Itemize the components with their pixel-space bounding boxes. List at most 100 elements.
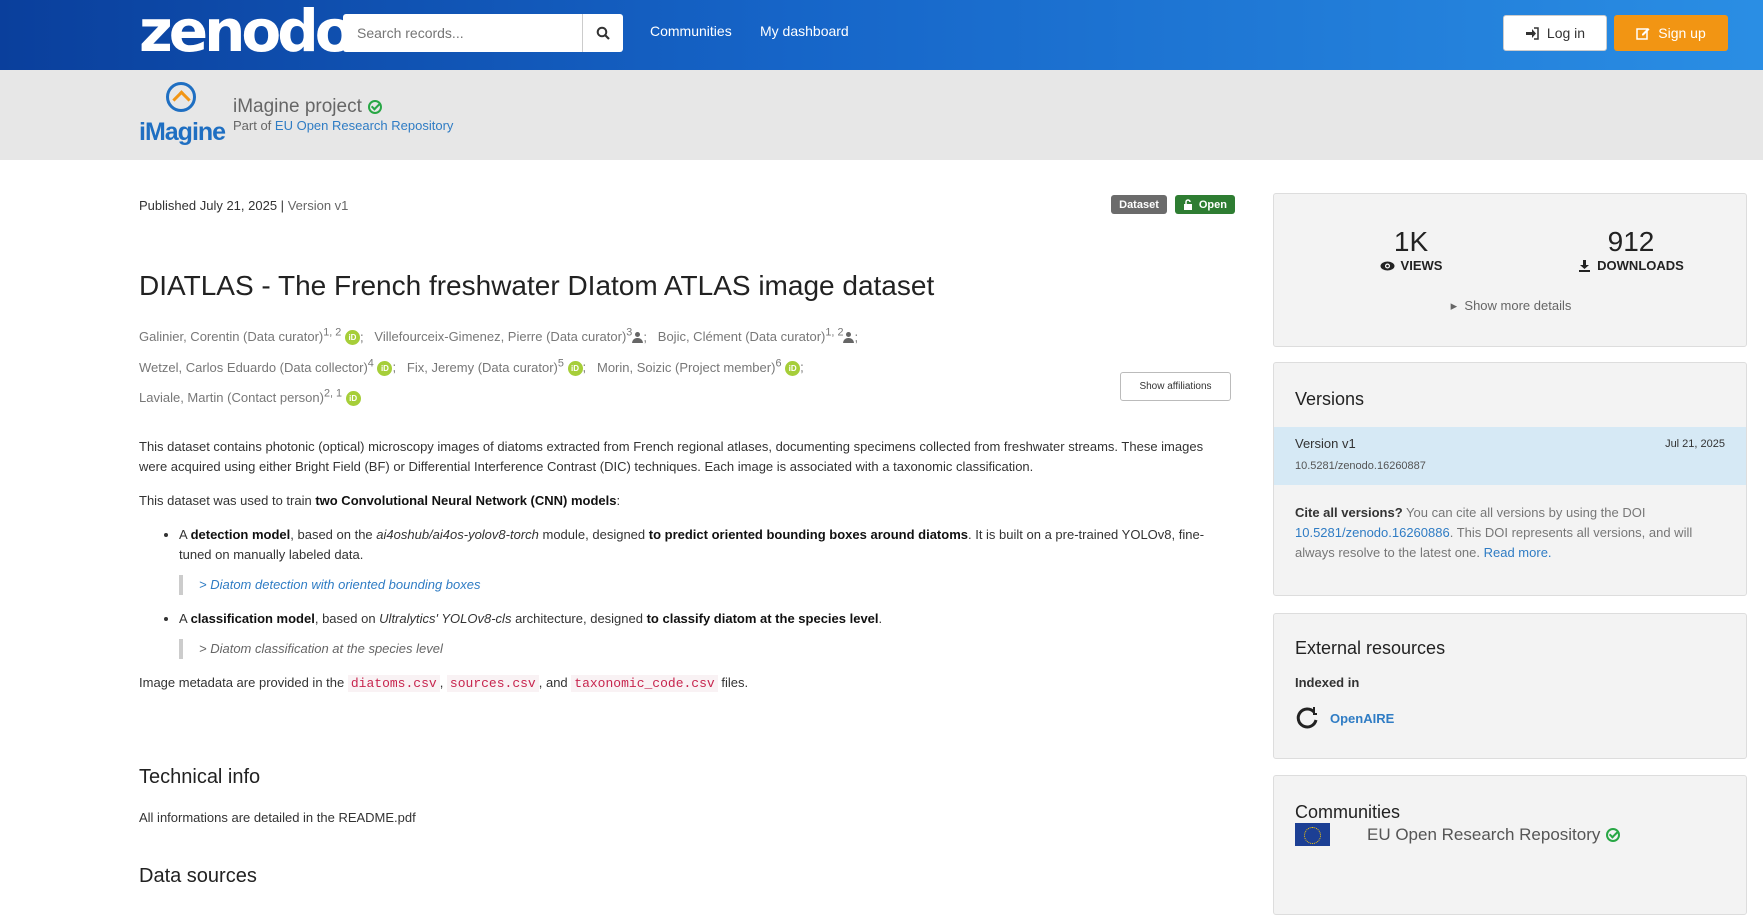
read-more-link[interactable]: Read more. (1484, 545, 1552, 560)
creator-affiliation-ref: 6 (775, 357, 782, 370)
description-paragraph: This dataset contains photonic (optical)… (139, 439, 1204, 474)
models-list: A detection model, based on the ai4oshub… (179, 525, 1231, 659)
list-item: A detection model, based on the ai4oshub… (179, 525, 1231, 595)
community-title[interactable]: iMagine project (233, 96, 382, 118)
sign-in-icon (1525, 26, 1539, 40)
detection-model-link[interactable]: > Diatom detection with oriented boundin… (199, 577, 481, 592)
publication-info: Published July 21, 2025 | Version v1 (139, 198, 348, 213)
version-label: Version v1 (287, 198, 349, 213)
openaire-icon (1296, 707, 1318, 729)
cite-all-versions: Cite all versions? You can cite all vers… (1295, 505, 1693, 560)
creator[interactable]: Laviale, Martin (Contact person)2, 1 iD (139, 387, 361, 407)
record-badges: Dataset Open (1111, 195, 1235, 214)
communities-card: Communities EU Open Research Repository (1273, 775, 1747, 915)
top-navbar: zenodo Communities My dashboard Log in S… (0, 0, 1763, 70)
external-resources-heading: External resources (1295, 638, 1446, 658)
login-label: Log in (1546, 25, 1586, 41)
imagine-logo[interactable]: iMagine (139, 82, 226, 150)
search-icon (596, 26, 610, 40)
version-date: Jul 21, 2025 (1665, 438, 1725, 450)
version-doi: 10.5281/zenodo.16260887 (1295, 460, 1426, 472)
parent-community-link[interactable]: EU Open Research Repository (275, 118, 453, 133)
open-access-label: Open (1198, 198, 1227, 211)
dataset-badge: Dataset (1111, 195, 1167, 214)
classification-model-note: > Diatom classification at the species l… (199, 641, 443, 656)
show-affiliations-button[interactable]: Show affiliations (1120, 372, 1231, 401)
download-icon (1579, 260, 1591, 272)
orcid-icon[interactable]: iD (785, 360, 801, 376)
version-name: Version v1 (1295, 436, 1356, 451)
downloads-count: 912 (1607, 226, 1655, 257)
community-header: iMagine iMagine project Part of EU Open … (0, 70, 1763, 160)
creator-name: Villefourceix-Gimenez, Pierre (Data cura… (374, 329, 627, 345)
version-row[interactable]: Version v1 Jul 21, 2025 10.5281/zenodo.1… (1274, 427, 1746, 485)
separator: | (280, 198, 285, 213)
creator-name: Laviale, Martin (Contact person) (139, 389, 324, 405)
orcid-icon[interactable]: iD (567, 360, 583, 376)
data-sources-heading: Data sources (139, 865, 257, 887)
stats-card: 1K VIEWS 912 DOWNLOADS ▸ Show more detai… (1273, 193, 1747, 347)
imagine-logo-icon (166, 82, 196, 112)
published-date: Published July 21, 2025 (139, 198, 278, 213)
creator-affiliation-ref: 2, 1 (323, 387, 343, 400)
creator[interactable]: Bojic, Clément (Data curator)1, 2 (657, 327, 855, 345)
blockquote: > Diatom detection with oriented boundin… (179, 575, 1231, 595)
downloads-stat: 912 DOWNLOADS (1531, 226, 1731, 273)
versions-card: Versions Version v1 Jul 21, 2025 10.5281… (1273, 362, 1747, 596)
record-description: This dataset contains photonic (optical)… (139, 437, 1231, 708)
file-code: diatoms.csv (347, 675, 440, 692)
record-title: DIATLAS - The French freshwater DIatom A… (139, 270, 935, 301)
verified-icon (367, 100, 382, 114)
community-item-name: EU Open Research Repository (1367, 825, 1601, 844)
description-paragraph: This dataset was used to train two Convo… (139, 493, 621, 508)
search-input[interactable] (343, 14, 582, 52)
creator-name: Bojic, Clément (Data curator) (657, 329, 826, 345)
community-title-text: iMagine project (233, 96, 362, 117)
caret-right-icon: ▸ (1450, 298, 1458, 313)
orcid-icon[interactable]: iD (377, 360, 393, 376)
show-more-details[interactable]: ▸ Show more details (1274, 298, 1748, 314)
creator-affiliation-ref: 1, 2 (825, 327, 844, 339)
search-button[interactable] (582, 14, 623, 52)
metadata-paragraph: Image metadata are provided in the diato… (139, 675, 749, 692)
creator[interactable]: Galinier, Corentin (Data curator)1, 2 iD (139, 327, 360, 346)
nav-my-dashboard[interactable]: My dashboard (760, 23, 849, 39)
open-access-badge: Open (1174, 195, 1235, 214)
creator[interactable]: Wetzel, Carlos Eduardo (Data collector)4… (139, 357, 393, 376)
person-icon (632, 332, 644, 344)
show-more-details-label: Show more details (1464, 298, 1572, 313)
orcid-icon[interactable]: iD (345, 391, 361, 407)
openaire-link[interactable]: OpenAIRE (1295, 706, 1394, 731)
list-item: A classification model, based on Ultraly… (179, 609, 1231, 659)
zenodo-logo[interactable]: zenodo (139, 2, 355, 60)
technical-info-text: All informations are detailed in the REA… (139, 810, 416, 825)
creator[interactable]: Villefourceix-Gimenez, Pierre (Data cura… (374, 327, 644, 345)
versions-heading: Versions (1295, 389, 1365, 409)
edit-icon (1636, 28, 1650, 40)
creator-affiliation-ref: 5 (557, 357, 564, 370)
verified-icon (1606, 828, 1621, 842)
part-of-prefix: Part of (233, 118, 272, 133)
creator-name: Morin, Soizic (Project member) (597, 359, 776, 375)
nav-communities[interactable]: Communities (650, 23, 732, 39)
signup-label: Sign up (1658, 25, 1706, 41)
indexed-in-label: Indexed in (1295, 675, 1360, 690)
file-code: sources.csv (446, 675, 539, 692)
concept-doi-link[interactable]: 10.5281/zenodo.16260886 (1295, 525, 1450, 540)
person-icon (843, 332, 855, 344)
creator-affiliation-ref: 1, 2 (323, 327, 342, 339)
orcid-icon[interactable]: iD (344, 330, 360, 346)
creator[interactable]: Fix, Jeremy (Data curator)5 iD (407, 357, 583, 376)
community-item[interactable]: EU Open Research Repository (1367, 825, 1621, 845)
creators-list: Galinier, Corentin (Data curator)1, 2 iD… (139, 327, 859, 407)
file-code: taxonomic_code.csv (571, 675, 718, 692)
creator[interactable]: Morin, Soizic (Project member)6 iD (597, 357, 801, 376)
blockquote: > Diatom classification at the species l… (179, 639, 1231, 659)
creator-name: Galinier, Corentin (Data curator) (139, 329, 324, 345)
communities-heading: Communities (1295, 802, 1401, 822)
eye-icon (1380, 261, 1395, 270)
signup-button[interactable]: Sign up (1614, 15, 1728, 51)
downloads-label: DOWNLOADS (1597, 258, 1684, 273)
login-button[interactable]: Log in (1503, 15, 1607, 51)
creator-name: Wetzel, Carlos Eduardo (Data collector) (139, 359, 368, 375)
